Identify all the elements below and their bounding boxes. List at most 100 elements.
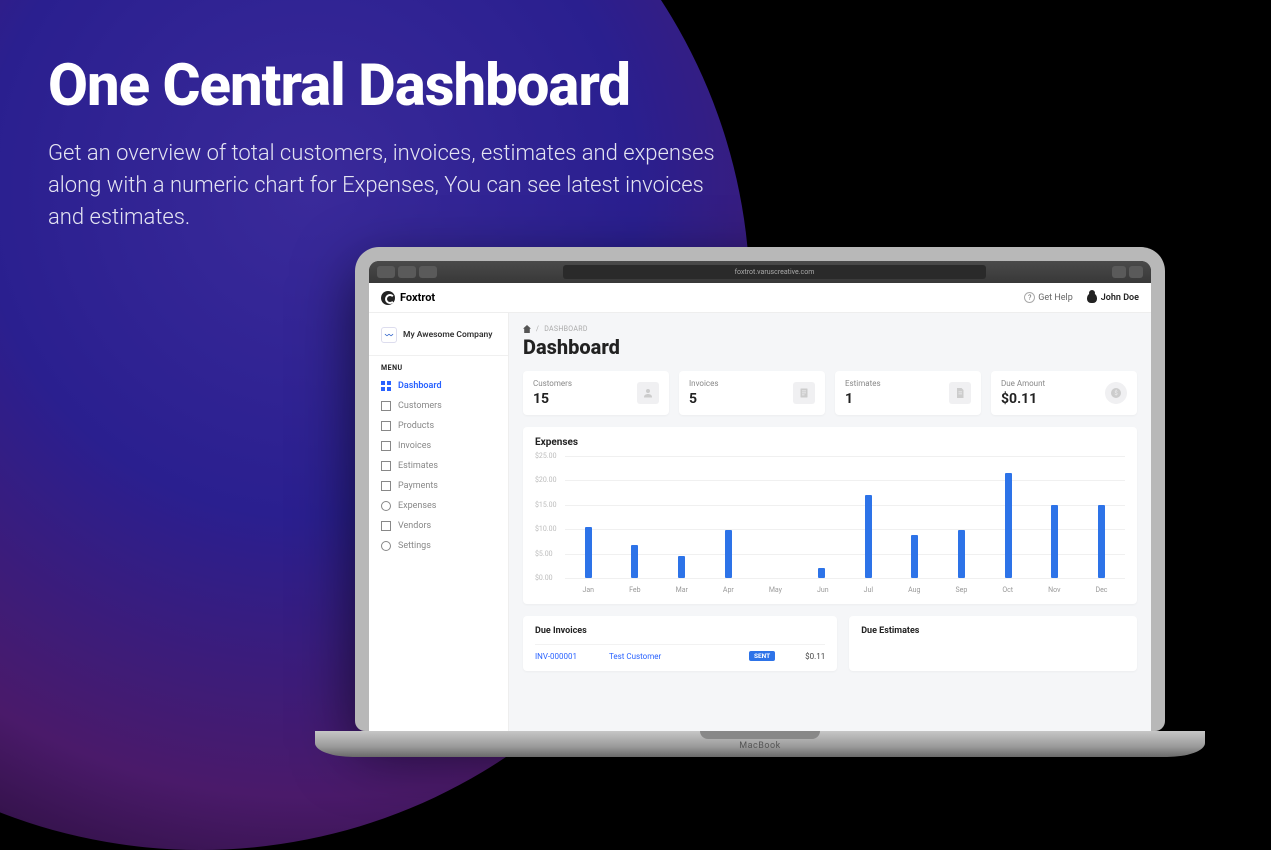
sidebar-item-estimates[interactable]: Estimates bbox=[369, 456, 508, 476]
get-help-link[interactable]: ? Get Help bbox=[1024, 292, 1073, 303]
chart-gridline bbox=[565, 578, 1125, 579]
browser-forward-button[interactable] bbox=[398, 266, 416, 278]
chart-bar[interactable] bbox=[865, 495, 872, 578]
chart-bar[interactable] bbox=[1098, 505, 1105, 578]
browser-tabs-button[interactable] bbox=[1129, 266, 1143, 278]
chart-bar[interactable] bbox=[818, 568, 825, 578]
sidebar-item-label: Invoices bbox=[398, 441, 431, 451]
sidebar-item-invoices[interactable]: Invoices bbox=[369, 436, 508, 456]
chart-y-tick: $5.00 bbox=[535, 550, 553, 558]
app-name: Foxtrot bbox=[400, 291, 435, 304]
chart-bar[interactable] bbox=[1051, 505, 1058, 578]
invoice-row[interactable]: INV-000001 Test Customer SENT $0.11 bbox=[535, 644, 825, 661]
stat-card-due-amount[interactable]: Due Amount $0.11 $ bbox=[991, 371, 1137, 415]
due-amount-card-icon: $ bbox=[1105, 382, 1127, 404]
products-icon bbox=[381, 421, 391, 431]
help-icon: ? bbox=[1024, 292, 1035, 303]
sidebar-item-label: Payments bbox=[398, 481, 438, 491]
invoice-customer[interactable]: Test Customer bbox=[609, 652, 739, 661]
chart-x-tick: Oct bbox=[1002, 586, 1013, 594]
chart-x-tick: Feb bbox=[629, 586, 640, 594]
browser-chrome: foxtrot.varuscreative.com bbox=[369, 261, 1151, 283]
chart-title: Expenses bbox=[535, 437, 1125, 448]
due-invoices-title: Due Invoices bbox=[535, 626, 825, 636]
stat-card-invoices[interactable]: Invoices 5 bbox=[679, 371, 825, 415]
chart-bar[interactable] bbox=[585, 527, 592, 578]
hero-title: One Central Dashboard bbox=[48, 52, 768, 120]
chart-x-tick: Dec bbox=[1096, 586, 1108, 594]
chart-x-tick: Nov bbox=[1048, 586, 1060, 594]
sidebar-item-label: Settings bbox=[398, 541, 431, 551]
sidebar-item-customers[interactable]: Customers bbox=[369, 396, 508, 416]
customers-icon bbox=[381, 401, 391, 411]
chart-bar[interactable] bbox=[631, 545, 638, 578]
chart-bar[interactable] bbox=[678, 556, 685, 578]
chart-y-tick: $10.00 bbox=[535, 525, 557, 533]
dashboard-icon bbox=[381, 381, 391, 391]
stat-card-estimates[interactable]: Estimates 1 bbox=[835, 371, 981, 415]
breadcrumb-current: DASHBOARD bbox=[544, 325, 588, 333]
invoice-amount: $0.11 bbox=[785, 652, 825, 661]
sidebar: 〰 My Awesome Company MENU Dashboard Cust… bbox=[369, 313, 509, 731]
chart-x-tick: Apr bbox=[723, 586, 734, 594]
chart-bar[interactable] bbox=[911, 535, 918, 578]
chart-y-tick: $20.00 bbox=[535, 476, 557, 484]
main-content: / DASHBOARD Dashboard Customers 15 bbox=[509, 313, 1151, 731]
sidebar-item-settings[interactable]: Settings bbox=[369, 536, 508, 556]
hero-subtitle: Get an overview of total customers, invo… bbox=[48, 138, 768, 234]
user-menu[interactable]: John Doe bbox=[1087, 293, 1139, 303]
invoices-card-icon bbox=[793, 382, 815, 404]
chart-bar[interactable] bbox=[958, 530, 965, 578]
chart-x-tick: Aug bbox=[908, 586, 920, 594]
stat-card-customers[interactable]: Customers 15 bbox=[523, 371, 669, 415]
user-name: John Doe bbox=[1101, 293, 1139, 303]
estimates-card-icon bbox=[949, 382, 971, 404]
invoice-id[interactable]: INV-000001 bbox=[535, 652, 599, 661]
device-base: MacBook bbox=[315, 731, 1205, 757]
hero: One Central Dashboard Get an overview of… bbox=[48, 52, 768, 234]
due-invoices-card: Due Invoices INV-000001 Test Customer SE… bbox=[523, 616, 837, 671]
browser-back-button[interactable] bbox=[377, 266, 395, 278]
breadcrumb: / DASHBOARD bbox=[523, 325, 1137, 333]
sidebar-item-label: Estimates bbox=[398, 461, 438, 471]
home-icon[interactable] bbox=[523, 325, 531, 333]
chart-y-tick: $0.00 bbox=[535, 574, 553, 582]
sidebar-item-products[interactable]: Products bbox=[369, 416, 508, 436]
chart-bar[interactable] bbox=[725, 530, 732, 578]
chart-x-tick: May bbox=[769, 586, 782, 594]
sidebar-item-dashboard[interactable]: Dashboard bbox=[369, 376, 508, 396]
sidebar-item-label: Products bbox=[398, 421, 434, 431]
browser-sidebar-button[interactable] bbox=[419, 266, 437, 278]
top-bar: Foxtrot ? Get Help John Doe bbox=[369, 283, 1151, 313]
stat-value: 15 bbox=[533, 391, 572, 407]
chart-y-tick: $15.00 bbox=[535, 501, 557, 509]
sidebar-item-label: Expenses bbox=[398, 501, 436, 511]
stat-label: Invoices bbox=[689, 379, 718, 388]
sidebar-item-label: Dashboard bbox=[398, 381, 442, 391]
chart-x-tick: Sep bbox=[955, 586, 967, 594]
browser-share-button[interactable] bbox=[1112, 266, 1126, 278]
chart-bar[interactable] bbox=[1005, 473, 1012, 578]
stat-cards: Customers 15 Invoices 5 bbox=[523, 371, 1137, 415]
chart-x-tick: Jan bbox=[583, 586, 595, 594]
app-viewport: Foxtrot ? Get Help John Doe bbox=[369, 283, 1151, 731]
sidebar-item-vendors[interactable]: Vendors bbox=[369, 516, 508, 536]
stat-label: Due Amount bbox=[1001, 379, 1045, 388]
company-selector[interactable]: 〰 My Awesome Company bbox=[369, 323, 508, 356]
company-name: My Awesome Company bbox=[403, 330, 492, 340]
page-title: Dashboard bbox=[523, 335, 1137, 359]
invoices-icon bbox=[381, 441, 391, 451]
stat-label: Estimates bbox=[845, 379, 881, 388]
settings-icon bbox=[381, 541, 391, 551]
stat-value: 5 bbox=[689, 391, 718, 407]
customers-card-icon bbox=[637, 382, 659, 404]
app-logo[interactable]: Foxtrot bbox=[381, 291, 435, 305]
chart-x-tick: Mar bbox=[676, 586, 688, 594]
sidebar-item-label: Customers bbox=[398, 401, 442, 411]
due-estimates-card: Due Estimates bbox=[849, 616, 1137, 671]
sidebar-item-expenses[interactable]: Expenses bbox=[369, 496, 508, 516]
browser-address-bar[interactable]: foxtrot.varuscreative.com bbox=[563, 265, 986, 279]
device-mockup: foxtrot.varuscreative.com Foxtrot ? bbox=[355, 247, 1165, 757]
sidebar-item-payments[interactable]: Payments bbox=[369, 476, 508, 496]
invoice-status-badge: SENT bbox=[749, 651, 775, 661]
